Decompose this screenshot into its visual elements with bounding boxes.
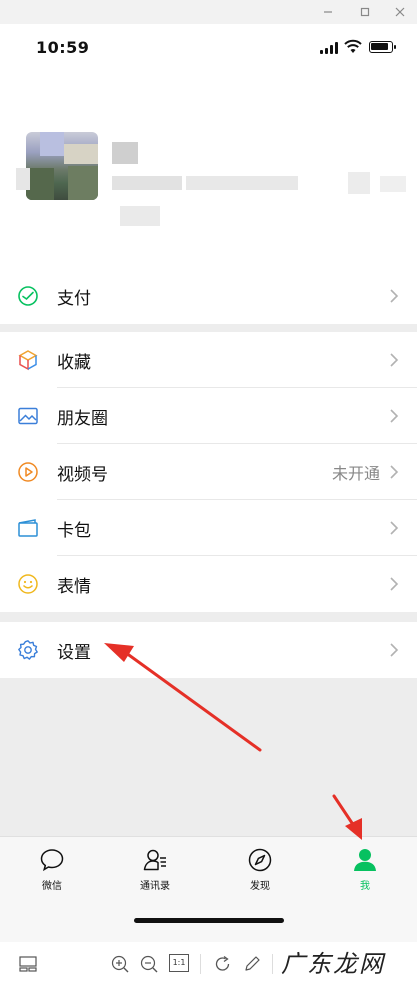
pay-group: 支付 [0, 268, 417, 324]
zoom-in-icon[interactable] [110, 954, 130, 974]
nickname-blurred [112, 142, 138, 164]
gear-icon [18, 640, 38, 660]
wechat-id-blurred [186, 176, 298, 190]
tab-me[interactable]: 我 [325, 847, 405, 897]
status-time: 10:59 [36, 38, 90, 57]
qr-code-blurred[interactable] [348, 172, 370, 194]
features-group: 收藏 朋友圈 视频号 未开通 卡包 表情 [0, 332, 417, 612]
menu-item-pay[interactable]: 支付 [0, 268, 417, 324]
menu-item-moments[interactable]: 朋友圈 [0, 388, 417, 444]
wallet-check-icon [18, 286, 38, 306]
blur-block [16, 168, 30, 190]
chevron-right-icon [390, 521, 399, 535]
menu-item-label: 设置 [57, 642, 91, 663]
menu-item-label: 收藏 [57, 352, 91, 373]
menu-item-label: 视频号 [57, 464, 108, 485]
tab-discover[interactable]: 发现 [220, 847, 300, 897]
settings-group: 设置 [0, 622, 417, 678]
menu-item-label: 朋友圈 [57, 408, 108, 429]
chevron-right-icon [390, 353, 399, 367]
chevron-right-icon [390, 289, 399, 303]
chat-bubble-icon [40, 849, 64, 872]
cube-icon [18, 350, 38, 371]
compass-icon [248, 848, 272, 872]
menu-item-stickers[interactable]: 表情 [0, 556, 417, 612]
menu-item-cards[interactable]: 卡包 [0, 500, 417, 556]
wechat-id-blurred [112, 176, 182, 190]
menu-item-settings[interactable]: 设置 [0, 622, 417, 678]
status-blurred [120, 206, 160, 226]
avatar[interactable] [26, 132, 98, 200]
menu-item-favorites[interactable]: 收藏 [0, 332, 417, 388]
profile-header[interactable] [0, 72, 417, 282]
card-wallet-icon [18, 519, 38, 537]
channels-status: 未开通 [331, 464, 380, 483]
tab-label: 我 [360, 881, 370, 892]
wifi-icon [344, 39, 362, 53]
maximize-icon[interactable] [356, 3, 374, 21]
window-titlebar [0, 0, 417, 24]
image-icon [18, 407, 38, 425]
play-circle-icon [18, 462, 38, 482]
status-bar: 10:59 [0, 24, 417, 72]
person-icon [354, 849, 376, 871]
tab-chats[interactable]: 微信 [12, 847, 92, 897]
chevron-right-icon [390, 409, 399, 423]
zoom-out-icon[interactable] [139, 954, 159, 974]
toolbar-divider [272, 954, 273, 974]
thumbnails-icon[interactable] [18, 954, 38, 974]
menu-item-channels[interactable]: 视频号 未开通 [0, 444, 417, 500]
menu-item-label: 表情 [57, 576, 91, 597]
menu-item-label: 支付 [57, 288, 91, 309]
site-watermark: 广东龙网 [281, 950, 385, 978]
rotate-icon[interactable] [213, 954, 233, 974]
tab-label: 通讯录 [140, 881, 170, 892]
home-indicator[interactable] [134, 918, 284, 923]
smiley-icon [18, 574, 38, 594]
cellular-signal-icon [320, 42, 342, 54]
close-icon[interactable] [391, 3, 409, 21]
viewer-toolbar: 1:1 广东龙网 [0, 942, 417, 988]
chevron-right-icon [390, 465, 399, 479]
tab-bar: 微信 通讯录 发现 我 [0, 836, 417, 942]
edit-pencil-icon[interactable] [242, 954, 262, 974]
menu-item-label: 卡包 [57, 520, 91, 541]
tab-label: 发现 [250, 881, 270, 892]
chevron-blurred [380, 176, 406, 192]
minimize-icon[interactable] [319, 3, 337, 21]
phone-screen: 10:59 支付 收藏 朋友圈 视频号 未开通 卡包 表情 设置 微信 通讯录 … [0, 24, 417, 942]
chevron-right-icon [390, 577, 399, 591]
chevron-right-icon [390, 643, 399, 657]
contacts-icon [143, 849, 166, 871]
battery-icon [369, 41, 396, 53]
toolbar-divider [200, 954, 201, 974]
actual-size-button[interactable]: 1:1 [169, 954, 189, 972]
tab-contacts[interactable]: 通讯录 [115, 847, 195, 897]
tab-label: 微信 [42, 881, 62, 892]
